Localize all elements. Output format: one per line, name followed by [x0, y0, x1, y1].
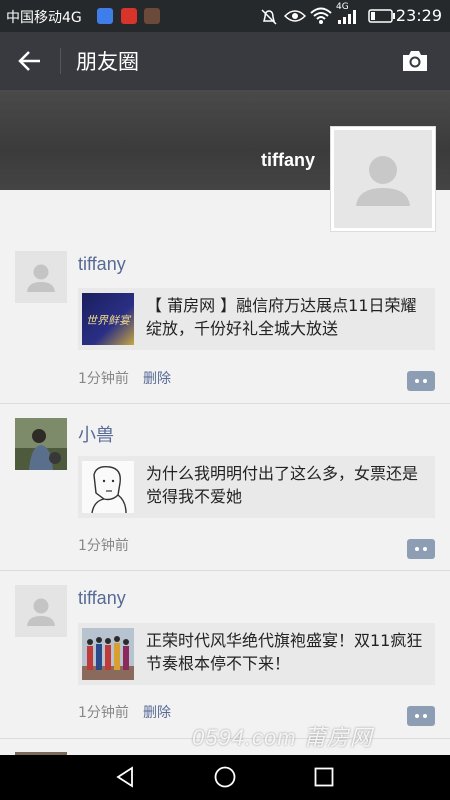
post-author[interactable]: tiffany	[78, 588, 126, 609]
post-time: 1分钟前	[78, 371, 129, 387]
share-card[interactable]: 世界鲜宴 【 莆房网 】融信府万达展点11日荣耀绽放，千份好礼全城大放送	[78, 288, 435, 350]
cover-user-name: tiffany	[261, 150, 315, 170]
comment-dot	[415, 714, 419, 718]
post-author[interactable]: 小兽	[78, 421, 114, 447]
default-avatar-icon	[27, 264, 55, 292]
home-circle-icon[interactable]	[214, 766, 236, 788]
carrier-label: 中国移动4G	[6, 10, 82, 26]
post-time: 1分钟前	[78, 538, 129, 554]
clock: 23:29	[395, 6, 442, 25]
wifi-icon	[310, 7, 332, 24]
recents-square-icon[interactable]	[314, 767, 334, 787]
comment-dot	[423, 379, 427, 383]
delete-link[interactable]: 删除	[143, 702, 171, 722]
moment-post: 小兽 为什么我明明付出了这么多，女票还是觉得我不爱她 1分钟前	[0, 404, 450, 571]
share-title: 【 莆房网 】融信府万达展点11日荣耀绽放，千份好礼全城大放送	[146, 296, 417, 338]
camera-button[interactable]	[400, 46, 430, 76]
delete-link[interactable]: 删除	[143, 368, 171, 388]
avatar[interactable]	[15, 585, 67, 637]
camera-icon	[403, 51, 427, 71]
back-button[interactable]	[10, 46, 50, 76]
share-thumbnail	[82, 628, 134, 680]
page-title: 朋友圈	[76, 50, 139, 74]
avatar[interactable]	[15, 418, 67, 470]
nav-bar: 朋友圈	[0, 32, 450, 90]
comment-button[interactable]	[407, 706, 435, 726]
comment-dot	[423, 547, 427, 551]
nav-divider	[60, 48, 61, 74]
comment-dot	[423, 714, 427, 718]
moment-post: tiffany 正荣时代风华绝代旗袍盛宴！双11疯狂节奏根本停不下来！ 1分钟前…	[0, 571, 450, 739]
eye-icon	[284, 10, 306, 22]
comment-dot	[415, 547, 419, 551]
post-author[interactable]: tiffany	[78, 254, 126, 275]
comment-dot	[415, 379, 419, 383]
moment-post: tiffany 世界鲜宴 【 莆房网 】融信府万达展点11日荣耀绽放，千份好礼全…	[0, 240, 450, 404]
share-card[interactable]: 正荣时代风华绝代旗袍盛宴！双11疯狂节奏根本停不下来！	[78, 623, 435, 685]
share-card[interactable]: 为什么我明明付出了这么多，女票还是觉得我不爱她	[78, 456, 435, 518]
system-nav-bar	[0, 755, 450, 800]
comment-button[interactable]	[407, 371, 435, 391]
share-title: 正荣时代风华绝代旗袍盛宴！双11疯狂节奏根本停不下来！	[146, 631, 423, 673]
baidu-app-icon	[97, 8, 113, 24]
cover-avatar[interactable]	[330, 126, 436, 232]
share-title: 为什么我明明付出了这么多，女票还是觉得我不爱她	[146, 464, 419, 506]
signal-icon	[338, 10, 356, 24]
share-thumbnail	[82, 461, 134, 513]
user-photo-icon	[15, 418, 67, 470]
default-avatar-icon	[356, 156, 410, 206]
photo-app-icon	[144, 8, 160, 24]
battery-icon	[368, 9, 395, 23]
watermark: 0594.com 莆房网	[192, 725, 373, 750]
cartoon-thumbnail	[91, 465, 127, 513]
default-avatar-icon	[27, 598, 55, 626]
back-triangle-icon[interactable]	[114, 766, 136, 788]
share-thumbnail: 世界鲜宴	[82, 293, 134, 345]
avatar[interactable]	[15, 251, 67, 303]
comment-button[interactable]	[407, 539, 435, 559]
back-arrow-icon	[18, 51, 40, 71]
qipao-show-thumbnail	[82, 628, 134, 680]
thumbnail-caption: 世界鲜宴	[86, 314, 130, 327]
post-time: 1分钟前	[78, 705, 129, 721]
red-app-icon	[121, 8, 137, 24]
mute-icon	[261, 9, 277, 25]
status-bar: 中国移动4G 4G 23:29	[0, 0, 450, 32]
